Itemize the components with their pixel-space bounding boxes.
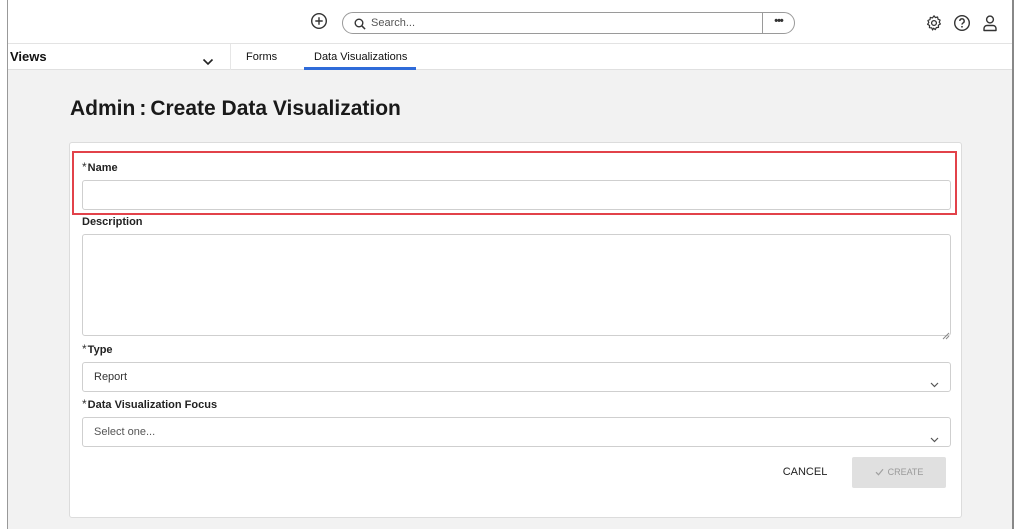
page-title-main: Create Data Visualization xyxy=(150,97,401,120)
name-input[interactable] xyxy=(82,180,951,210)
gear-icon[interactable] xyxy=(925,14,943,32)
user-icon[interactable] xyxy=(981,14,999,32)
page-title-separator: : xyxy=(139,97,147,120)
page-title-prefix: Admin xyxy=(70,97,136,120)
name-label: *Name xyxy=(82,160,118,174)
type-select[interactable]: Report xyxy=(82,362,951,392)
focus-select[interactable]: Select one... xyxy=(82,417,951,447)
create-button-label: CREATE xyxy=(887,467,924,477)
required-marker: * xyxy=(82,397,87,411)
nav-bar: Views Forms Data Visualizations xyxy=(8,44,1012,70)
create-button[interactable]: CREATE xyxy=(852,457,946,488)
left-frame-edge xyxy=(0,0,8,529)
description-textarea[interactable] xyxy=(82,234,951,336)
type-select-value: Report xyxy=(94,371,128,383)
search-input[interactable] xyxy=(371,15,751,31)
resize-grip-icon[interactable] xyxy=(942,327,950,340)
type-label: *Type xyxy=(82,342,113,356)
cancel-button[interactable]: CANCEL xyxy=(770,459,840,485)
name-label-text: Name xyxy=(87,162,118,174)
check-icon xyxy=(875,458,884,476)
required-marker: * xyxy=(82,342,87,356)
page-title: Admin: Create Data Visualization xyxy=(70,97,401,121)
tab-data-visualizations[interactable]: Data Visualizations xyxy=(314,51,407,63)
focus-label: *Data Visualization Focus xyxy=(82,397,217,411)
views-label[interactable]: Views xyxy=(10,49,47,64)
focus-label-text: Data Visualization Focus xyxy=(87,399,218,411)
global-search: ••• xyxy=(342,12,795,34)
help-circle-icon[interactable] xyxy=(953,14,971,32)
required-marker: * xyxy=(82,160,87,174)
type-label-text: Type xyxy=(87,344,113,356)
focus-select-placeholder: Select one... xyxy=(94,426,156,438)
top-bar: ••• xyxy=(8,0,1012,44)
chevron-down-icon xyxy=(930,375,939,388)
tab-forms[interactable]: Forms xyxy=(246,51,277,63)
plus-circle-icon[interactable] xyxy=(310,12,328,30)
nav-divider xyxy=(230,44,231,70)
search-icon xyxy=(354,17,366,30)
chevron-down-icon[interactable] xyxy=(202,53,214,66)
chevron-down-icon xyxy=(930,430,939,443)
search-options-button[interactable]: ••• xyxy=(762,13,794,33)
active-tab-indicator xyxy=(304,67,416,70)
description-label: Description xyxy=(82,216,143,228)
form-card: *Name Description *Type Report *Data Vis… xyxy=(69,142,962,518)
